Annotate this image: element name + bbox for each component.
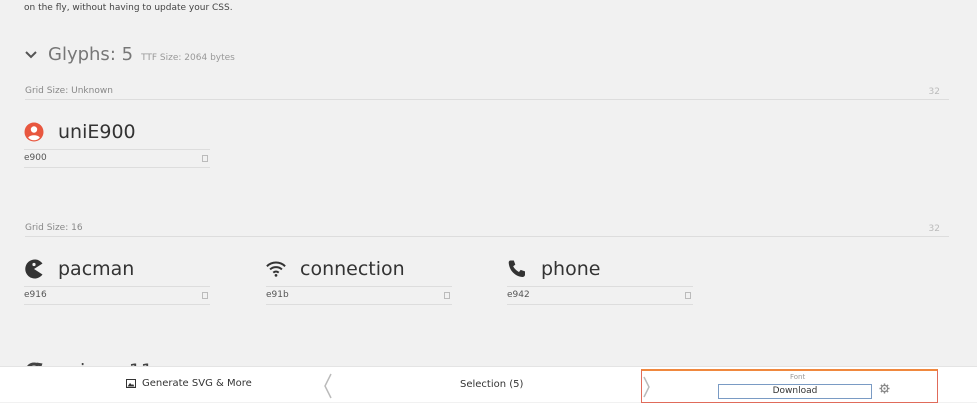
glyph-phone[interactable]: phone e942 <box>507 255 693 305</box>
glyph-name: pacman <box>58 258 135 280</box>
glyph-code: e916 <box>24 290 47 300</box>
glyph-preview-box <box>685 292 691 299</box>
glyph-code: e91b <box>266 290 289 300</box>
download-button[interactable]: Download <box>718 384 872 399</box>
glyph-code-field[interactable]: e942 <box>507 286 693 305</box>
glyph-code-field[interactable]: e900 <box>24 149 210 168</box>
gear-icon[interactable] <box>879 383 890 394</box>
chevron-right-icon[interactable] <box>642 376 652 398</box>
glyphs-section-header[interactable]: Glyphs: 5 TTF Size: 2064 bytes <box>24 44 235 65</box>
generate-svg-label: Generate SVG & More <box>142 378 252 389</box>
selection-button[interactable]: Selection (5) <box>460 379 523 390</box>
glyph-code-field[interactable]: e916 <box>24 286 210 305</box>
glyph-code: e942 <box>507 290 530 300</box>
glyph-preview-box <box>444 292 450 299</box>
pacman-icon <box>24 259 44 279</box>
glyph-preview-box <box>202 292 208 299</box>
font-label: Font <box>790 373 806 381</box>
glyphs-count-title: Glyphs: 5 <box>48 44 134 65</box>
glyph-name: connection <box>300 258 405 280</box>
glyph-unie900[interactable]: uniE900 e900 <box>24 118 210 168</box>
grid-size-label: Grid Size: Unknown <box>25 86 113 96</box>
chevron-down-icon[interactable] <box>24 48 38 62</box>
glyph-preview-box <box>202 155 208 162</box>
bottom-toolbar: Generate SVG & More Selection (5) Font D… <box>0 366 977 403</box>
intro-text: on the fly, without having to update you… <box>24 3 233 13</box>
grid-size-label: Grid Size: 16 <box>25 223 83 233</box>
ttf-size-label: TTF Size: 2064 bytes <box>141 53 235 63</box>
glyph-name: uniE900 <box>58 121 136 143</box>
glyph-pacman[interactable]: pacman e916 <box>24 255 210 305</box>
grid-divider <box>25 99 949 100</box>
grid-size-number: 32 <box>928 224 940 234</box>
glyph-code: e900 <box>24 153 47 163</box>
wifi-icon <box>266 259 286 279</box>
chevron-left-icon[interactable] <box>322 373 334 399</box>
glyph-code-field[interactable]: e91b <box>266 286 452 305</box>
font-panel: Font Download <box>641 369 938 403</box>
glyph-name: phone <box>541 258 601 280</box>
generate-svg-button[interactable]: Generate SVG & More <box>126 378 252 389</box>
grid-size-number: 32 <box>928 87 940 97</box>
grid-divider <box>25 236 949 237</box>
phone-icon <box>507 259 527 279</box>
glyph-connection[interactable]: connection e91b <box>266 255 452 305</box>
user-circle-icon <box>24 122 44 142</box>
image-icon <box>126 379 136 388</box>
